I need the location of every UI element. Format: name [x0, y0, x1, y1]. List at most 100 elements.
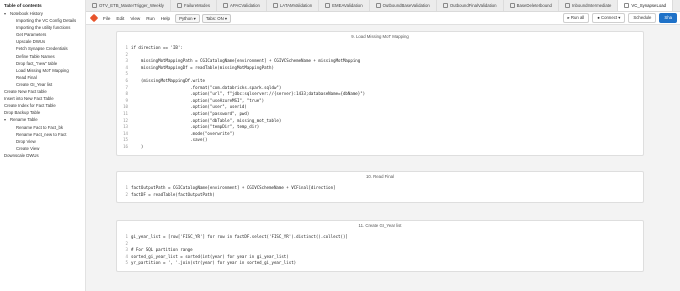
code-line: 1 gi_year_list = [row['FISC_YR'] for row … — [121, 234, 643, 241]
toc-item[interactable]: Insert into New Fact Table — [0, 95, 85, 102]
code-text: sorted_gi_year_list = sorted(int(year) f… — [131, 253, 289, 259]
code-editor[interactable]: 1 gi_year_list = [row['FISC_YR'] for row … — [117, 234, 643, 267]
notebook-icon — [442, 3, 448, 8]
code-text: factDF = readTable(factOutputPath) — [131, 191, 215, 197]
notebook-tab[interactable]: VC_SynapseLoad — [618, 0, 673, 11]
connect-button[interactable]: ● Connect ▾ — [592, 13, 626, 23]
code-line: 9 .option("useAzureMSI", "true") — [121, 98, 643, 105]
toc-item[interactable]: Load Missing MoT Mapping — [0, 67, 85, 74]
toc-item[interactable]: Get Parameters — [0, 31, 85, 38]
cell-title: 10. Read Final — [366, 174, 394, 179]
tab-bar: OTV_ETB_MasterTrigger_Weekly FailureModes… — [86, 0, 680, 12]
code-text: if direction == 'IB': — [131, 45, 183, 50]
code-text: .option("password", pwd) — [131, 110, 250, 116]
toc-item[interactable]: Upscale DWUs — [0, 38, 85, 45]
line-number: 1 — [125, 234, 128, 239]
notebook-tab[interactable]: InboundIntermediate — [559, 0, 619, 11]
code-text: yr_partition = ', '.join(str(year) for y… — [131, 260, 297, 266]
toc-item-label: Define Table Names — [16, 53, 55, 59]
code-line: 3 missingMotMappingPath = CGICatalogName… — [121, 58, 643, 65]
toc-item[interactable]: Rename Fact_new to Fact — [0, 131, 85, 138]
notebook-tab[interactable]: OutboundFinalValidation — [437, 0, 504, 11]
code-cell[interactable]: 11. Create GI_Year list 1 gi_year_list = [… — [116, 220, 644, 272]
menu-item[interactable]: Edit — [113, 16, 127, 21]
code-editor[interactable]: 1 factOutputPath = CGICatalogName[environ… — [117, 185, 643, 198]
toc-item-label: Insert into New Fact Table — [4, 96, 54, 102]
line-number: 6 — [125, 77, 128, 83]
toc-item[interactable]: Drop Backup Table — [0, 109, 85, 116]
toc-item[interactable]: Fetch Synapse Credentials — [0, 45, 85, 52]
notebook-tab[interactable]: LATAMValidation — [267, 0, 320, 11]
toc-item-label: Rename Table — [10, 117, 38, 123]
code-cell[interactable]: 10. Read Final 1 factOutputPath = CGICatal… — [116, 171, 644, 204]
tab-label: EMEAValidation — [332, 2, 363, 8]
toc-item[interactable]: Create Index for Fact Table — [0, 102, 85, 109]
menu-item[interactable]: File — [100, 16, 113, 21]
code-line: 5 — [121, 71, 643, 78]
toc-item-label: Notebook History — [10, 11, 43, 16]
code-line: 8 .option("url", f"jdbc:sqlserver://{ser… — [121, 91, 643, 98]
menu-item[interactable]: Run — [143, 16, 157, 21]
toc-item[interactable]: Read Final — [0, 74, 85, 81]
toc-item[interactable]: Define Table Names — [0, 53, 85, 60]
toc-item[interactable]: Create GI_Year list — [0, 81, 85, 88]
toc-item-label: Importing the VC Config Details — [16, 18, 77, 24]
notebook-tab[interactable]: OTV_ETB_MasterTrigger_Weekly — [86, 0, 171, 11]
toc-item[interactable]: ▾ Rename Table — [0, 116, 85, 123]
toc-item[interactable]: Create New Fact table — [0, 88, 85, 95]
line-number: 4 — [125, 64, 128, 70]
toc-item-label: Downscale DWUs — [4, 152, 39, 158]
share-button[interactable]: Sha — [659, 13, 677, 23]
run-all-button[interactable]: ▸ Run all — [562, 13, 590, 23]
code-cell[interactable]: 9. Load Missing MoT Mapping 1 if direction… — [116, 31, 644, 156]
code-line: 2 — [121, 52, 643, 59]
code-line: 2 — [121, 241, 643, 248]
code-editor[interactable]: 1 if direction == 'IB': 2 3 missingMotMappi… — [117, 45, 643, 151]
code-text: .format("com.databricks.spark.sqldw") — [131, 84, 282, 90]
line-number: 15 — [123, 137, 128, 143]
notebook-icon — [222, 3, 228, 8]
code-line: 1 factOutputPath = CGICatalogName[environ… — [121, 185, 643, 192]
cell-title: 9. Load Missing MoT Mapping — [351, 34, 409, 39]
toc-item-label: Drop Backup Table — [4, 110, 41, 116]
toc-item[interactable]: ▾ Notebook History — [0, 10, 85, 17]
code-text: .option("useAzureMSI", "true") — [131, 97, 265, 103]
menu-item[interactable]: View — [127, 16, 143, 21]
code-text: (missingMotMappingDf.write — [131, 77, 205, 83]
toc-item[interactable]: Importing the utility functions — [0, 24, 85, 31]
tabs-toggle[interactable]: Tabs: ON ▾ — [201, 13, 232, 23]
tab-label: OTV_ETB_MasterTrigger_Weekly — [99, 2, 164, 8]
toc-item[interactable]: Importing the VC Config Details — [0, 17, 85, 24]
code-line: 1 if direction == 'IB': — [121, 45, 643, 52]
line-number: 1 — [125, 185, 128, 190]
notebook-app: Table of contents ▾ Notebook History Impor… — [0, 0, 680, 291]
code-line: 7 .format("com.databricks.spark.sqldw") — [121, 85, 643, 92]
notebook-tab[interactable]: BaseDeleteIbound — [504, 0, 559, 11]
menu-item[interactable]: Help — [158, 16, 173, 21]
notebook-body: 9. Load Missing MoT Mapping 1 if direction… — [86, 25, 680, 291]
toc-item[interactable]: Create View — [0, 145, 85, 152]
toc-sidebar: Table of contents ▾ Notebook History Impor… — [0, 0, 86, 291]
tab-label: OutboundBaseValidation — [382, 2, 430, 8]
language-select[interactable]: Python ▾ — [175, 13, 200, 23]
notebook-tab[interactable]: APACValidation — [217, 0, 267, 11]
line-number: 5 — [125, 71, 128, 77]
toc-item[interactable]: Rename Fact to Fact_bk — [0, 124, 85, 131]
notebook-tab[interactable]: EMEAValidation — [319, 0, 370, 11]
toc-item[interactable]: Drop View — [0, 138, 85, 145]
toc-item[interactable]: Drop fact_"new" table — [0, 60, 85, 67]
notebook-tab[interactable]: FailureModes — [171, 0, 217, 11]
toc-item[interactable]: Downscale DWUs — [0, 152, 85, 159]
code-text: factOutputPath = CGICatalogName[environm… — [131, 185, 336, 190]
code-line: 5 yr_partition = ', '.join(str(year) for … — [121, 260, 643, 267]
line-number: 8 — [125, 91, 128, 97]
toc-item-label: Rename Fact to Fact_bk — [16, 124, 64, 130]
notebook-tab[interactable]: OutboundBaseValidation — [370, 0, 437, 11]
code-text: .mode("overwrite") — [131, 130, 235, 136]
code-text: .option("user", userid) — [131, 104, 247, 110]
schedule-button[interactable]: Schedule — [628, 13, 657, 23]
code-line: 6 (missingMotMappingDf.write — [121, 78, 643, 85]
line-number: 14 — [123, 130, 128, 136]
code-text: .option("tempDir", temp_dir) — [131, 124, 260, 130]
toc-item-label: Get Parameters — [16, 32, 47, 38]
